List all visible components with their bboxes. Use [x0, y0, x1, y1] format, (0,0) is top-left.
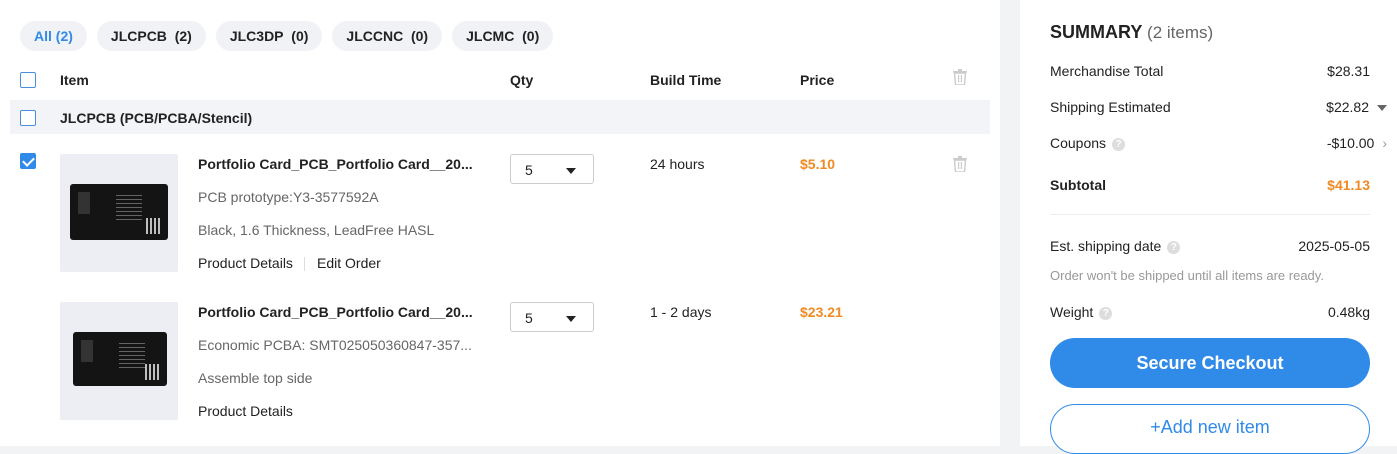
item-title[interactable]: Portfolio Card_PCB_Portfolio Card__20... — [198, 304, 473, 320]
tab-label: JLCCNC — [346, 28, 404, 44]
chevron-down-icon — [566, 316, 576, 322]
caret-down-icon — [1377, 105, 1387, 112]
select-all-checkbox[interactable] — [20, 72, 36, 88]
group-label: JLCPCB (PCB/PCBA/Stencil) — [60, 110, 253, 126]
build-time: 1 - 2 days — [650, 304, 712, 320]
qr-code-icon — [146, 218, 162, 234]
weight-value: 0.48kg — [1327, 304, 1370, 320]
coupons-row: Coupons? — [1050, 135, 1126, 151]
product-thumbnail[interactable] — [60, 302, 178, 420]
product-thumbnail[interactable] — [60, 154, 178, 272]
tab-count: (0) — [522, 28, 540, 44]
column-header-item: Item — [60, 72, 89, 88]
delete-item-trash-icon[interactable] — [953, 156, 967, 173]
tab-label: JLC3DP — [229, 28, 284, 44]
subtotal-label: Subtotal — [1050, 177, 1106, 193]
item-spec: Economic PCBA: SMT025050360847-357... — [198, 337, 472, 353]
subtotal-value: $41.13 — [1327, 177, 1370, 193]
tab-jlcmc[interactable]: JLCMC (0) — [452, 21, 554, 51]
item-spec: PCB prototype:Y3-3577592A — [198, 189, 379, 205]
merchandise-total-label: Merchandise Total — [1050, 63, 1164, 79]
link-divider — [304, 257, 305, 271]
item-checkbox[interactable] — [20, 153, 36, 169]
tab-jlccnc[interactable]: JLCCNC (0) — [332, 21, 443, 51]
shipping-estimated-value: $22.82 — [1326, 99, 1369, 115]
tab-all[interactable]: All (2) — [20, 21, 87, 51]
shipping-date-value: 2025-05-05 — [1298, 238, 1370, 254]
column-header-price: Price — [800, 72, 835, 88]
coupons-value-link[interactable]: -$10.00 › — [1327, 135, 1387, 151]
shipping-date-label: Est. shipping date — [1050, 238, 1162, 254]
merchandise-total-value: $28.31 — [1327, 63, 1370, 79]
shipping-note: Order won't be shipped until all items a… — [1050, 268, 1324, 283]
summary-divider — [1050, 214, 1370, 215]
tab-count: (2) — [174, 28, 192, 44]
summary-title: SUMMARY (2 items) — [1050, 22, 1213, 43]
group-checkbox[interactable] — [20, 110, 36, 126]
tab-label: JLCMC — [466, 28, 515, 44]
summary-item-count: (2 items) — [1147, 23, 1214, 42]
help-icon[interactable]: ? — [1167, 240, 1181, 254]
build-time: 24 hours — [650, 156, 705, 172]
quantity-select[interactable]: 5 — [510, 154, 594, 184]
secure-checkout-button[interactable]: Secure Checkout — [1050, 338, 1370, 388]
quantity-value: 5 — [525, 162, 533, 178]
cart-panel: All (2) JLCPCB (2) JLC3DP (0) JLCCNC (0)… — [0, 0, 1000, 446]
card-block — [81, 340, 93, 362]
card-text-lines — [119, 342, 145, 368]
item-price: $5.10 — [800, 156, 836, 172]
item-price: $23.21 — [800, 304, 843, 320]
category-tabs: All (2) JLCPCB (2) JLC3DP (0) JLCCNC (0)… — [20, 21, 554, 51]
pcb-card-image — [73, 332, 167, 386]
coupons-label: Coupons — [1050, 135, 1107, 151]
quantity-select[interactable]: 5 — [510, 302, 594, 332]
tab-label: All — [34, 28, 52, 44]
tab-jlcpcb[interactable]: JLCPCB (2) — [96, 21, 206, 51]
card-block — [78, 192, 90, 214]
add-new-item-button[interactable]: +Add new item — [1050, 404, 1370, 454]
edit-order-link[interactable]: Edit Order — [317, 255, 381, 271]
tab-count: (0) — [410, 28, 429, 44]
item-title[interactable]: Portfolio Card_PCB_Portfolio Card__20... — [198, 156, 473, 172]
coupons-value: -$10.00 — [1326, 135, 1375, 151]
chevron-down-icon — [566, 168, 576, 174]
tab-count: (0) — [291, 28, 309, 44]
tab-count: (2) — [55, 28, 73, 44]
help-icon[interactable]: ? — [1099, 306, 1113, 320]
weight-row: Weight? — [1050, 304, 1113, 320]
quantity-value: 5 — [525, 310, 533, 326]
shipping-date-row: Est. shipping date? — [1050, 238, 1181, 254]
product-details-link[interactable]: Product Details — [198, 403, 293, 419]
weight-label: Weight — [1050, 304, 1094, 320]
summary-panel: SUMMARY (2 items) Merchandise Total $28.… — [1020, 0, 1397, 454]
column-header-build-time: Build Time — [650, 72, 722, 88]
delete-all-trash-icon[interactable] — [953, 69, 967, 86]
chevron-right-icon: › — [1382, 135, 1387, 151]
shipping-estimated-label: Shipping Estimated — [1050, 99, 1171, 115]
summary-heading: SUMMARY — [1050, 22, 1143, 42]
column-header-qty: Qty — [510, 72, 534, 88]
qr-code-icon — [145, 364, 161, 380]
item-options: Black, 1.6 Thickness, LeadFree HASL — [198, 222, 435, 238]
tab-label: JLCPCB — [110, 28, 167, 44]
card-text-lines — [116, 194, 142, 220]
help-icon[interactable]: ? — [1112, 137, 1126, 151]
product-details-link[interactable]: Product Details — [198, 255, 293, 271]
pcb-card-image — [70, 184, 168, 240]
item-options: Assemble top side — [198, 370, 313, 386]
tab-jlc3dp[interactable]: JLC3DP (0) — [215, 21, 323, 51]
shipping-estimated-dropdown[interactable]: $22.82 — [1326, 99, 1387, 115]
